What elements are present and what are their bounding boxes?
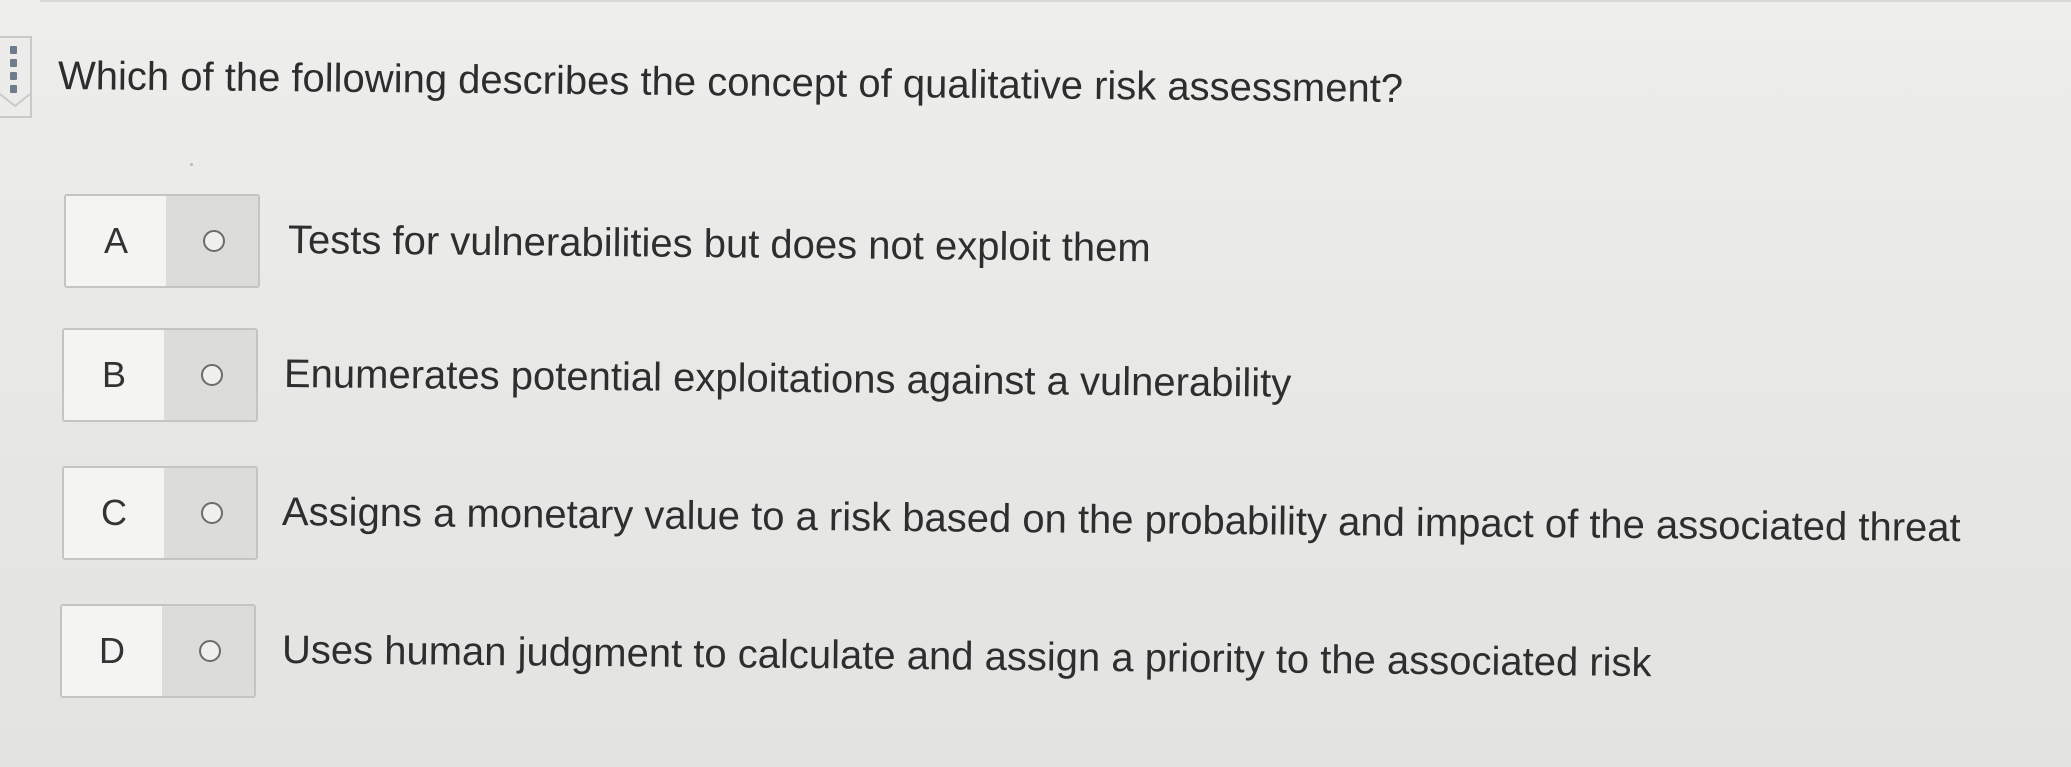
option-text[interactable]: Uses human judgment to calculate and ass… <box>282 622 1652 691</box>
top-divider <box>40 0 2071 2</box>
option-letter: D <box>62 606 164 696</box>
option-text[interactable]: Assigns a monetary value to a risk based… <box>282 484 1961 556</box>
radio-cell[interactable] <box>162 606 254 696</box>
radio-cell[interactable] <box>164 330 256 420</box>
option-text[interactable]: Tests for vulnerabilities but does not e… <box>288 212 1151 276</box>
option-b[interactable]: B Enumerates potential exploitations aga… <box>62 328 2062 424</box>
bookmark-notch-icon <box>0 93 30 108</box>
radio-button-icon[interactable] <box>203 230 225 252</box>
option-text[interactable]: Enumerates potential exploitations again… <box>284 346 1292 412</box>
radio-button-icon[interactable] <box>199 640 221 662</box>
option-letter: C <box>64 468 166 558</box>
radio-cell[interactable] <box>164 468 256 558</box>
option-letter: B <box>64 330 166 420</box>
option-a[interactable]: A Tests for vulnerabilities but does not… <box>64 194 2064 290</box>
choice-box-b[interactable]: B <box>62 328 258 422</box>
radio-button-icon[interactable] <box>201 364 223 386</box>
question-text: Which of the following describes the con… <box>57 54 1404 111</box>
option-c[interactable]: C Assigns a monetary value to a risk bas… <box>62 466 2062 562</box>
radio-button-icon[interactable] <box>201 502 223 524</box>
choice-box-d[interactable]: D <box>60 604 256 698</box>
option-d[interactable]: D Uses human judgment to calculate and a… <box>60 604 2060 700</box>
radio-cell[interactable] <box>166 196 258 286</box>
choice-box-a[interactable]: A <box>64 194 260 288</box>
bookmark-grip-icon <box>10 46 17 98</box>
option-letter: A <box>66 196 168 286</box>
stray-dot <box>190 163 193 166</box>
choice-box-c[interactable]: C <box>62 466 258 560</box>
